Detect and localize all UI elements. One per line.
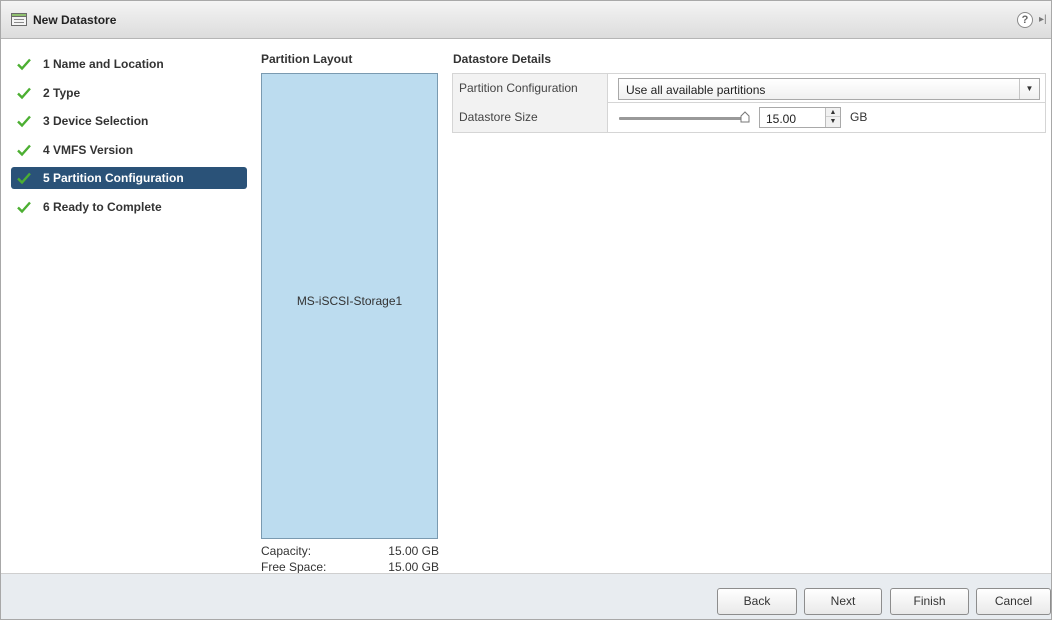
step-device-selection[interactable]: 3 Device Selection [11, 110, 247, 132]
partition-config-label: Partition Configuration [453, 74, 608, 103]
capacity-value: 15.00 GB [388, 544, 439, 558]
cancel-button[interactable]: Cancel [976, 588, 1051, 615]
step-label: 2 Type [43, 86, 81, 100]
partition-config-value: Use all available partitions [626, 83, 766, 97]
check-icon [17, 201, 31, 214]
wizard-steps: 1 Name and Location 2 Type 3 Device Sele… [1, 39, 249, 573]
step-vmfs-version[interactable]: 4 VMFS Version [11, 139, 247, 161]
size-slider-track[interactable] [619, 117, 743, 120]
size-slider-handle[interactable] [740, 111, 750, 123]
details-table: Partition Configuration Use all availabl… [452, 73, 1046, 133]
check-icon [17, 144, 31, 157]
back-button[interactable]: Back [717, 588, 797, 615]
datastore-size-value: 15.00 [766, 112, 797, 126]
capacity-label: Capacity: [261, 544, 312, 558]
check-icon [17, 87, 31, 100]
new-datastore-dialog: New Datastore ? ▸| 1 Name and Location 2… [0, 0, 1052, 620]
dialog-title: New Datastore [33, 13, 117, 27]
chevron-down-icon[interactable]: ▼ [1019, 79, 1039, 99]
check-icon [17, 172, 31, 185]
step-label: 6 Ready to Complete [43, 200, 162, 214]
next-button[interactable]: Next [804, 588, 882, 615]
datastore-icon [11, 13, 27, 26]
size-stepper: ▲ ▼ [825, 108, 840, 127]
check-icon [17, 58, 31, 71]
datastore-size-input[interactable]: 15.00 ▲ ▼ [759, 107, 841, 128]
size-unit: GB [850, 110, 868, 124]
check-icon [17, 115, 31, 128]
increment-icon[interactable]: ▲ [826, 108, 840, 117]
step-label: 4 VMFS Version [43, 143, 134, 157]
step-type[interactable]: 2 Type [11, 82, 247, 104]
dialog-footer: Back Next Finish Cancel [1, 573, 1051, 619]
datastore-details-header: Datastore Details [453, 52, 552, 66]
partition-config-row: Partition Configuration Use all availabl… [453, 74, 1045, 103]
partition-layout-panel: Partition Layout MS-iSCSI-Storage1 Capac… [250, 39, 442, 574]
step-ready-to-complete[interactable]: 6 Ready to Complete [11, 196, 247, 218]
step-label: 5 Partition Configuration [43, 171, 184, 185]
partition-name: MS-iSCSI-Storage1 [296, 294, 403, 308]
step-label: 1 Name and Location [43, 57, 164, 71]
decrement-icon[interactable]: ▼ [826, 117, 840, 126]
datastore-details-panel: Datastore Details Partition Configuratio… [442, 39, 1051, 573]
step-partition-configuration[interactable]: 5 Partition Configuration [11, 167, 247, 189]
title-bar: New Datastore ? ▸| [1, 1, 1051, 39]
free-space-value: 15.00 GB [388, 560, 439, 574]
partition-block: MS-iSCSI-Storage1 [261, 73, 438, 539]
free-space-label: Free Space: [261, 560, 327, 574]
step-name-and-location[interactable]: 1 Name and Location [11, 53, 247, 75]
partition-config-dropdown[interactable]: Use all available partitions ▼ [618, 78, 1040, 100]
datastore-size-label: Datastore Size [453, 103, 608, 132]
expand-icon[interactable]: ▸| [1039, 12, 1051, 28]
step-label: 3 Device Selection [43, 114, 149, 128]
datastore-size-row: Datastore Size 15.00 ▲ ▼ GB [453, 103, 1045, 132]
finish-button[interactable]: Finish [890, 588, 969, 615]
partition-layout-header: Partition Layout [261, 52, 353, 66]
help-icon[interactable]: ? [1017, 12, 1033, 28]
